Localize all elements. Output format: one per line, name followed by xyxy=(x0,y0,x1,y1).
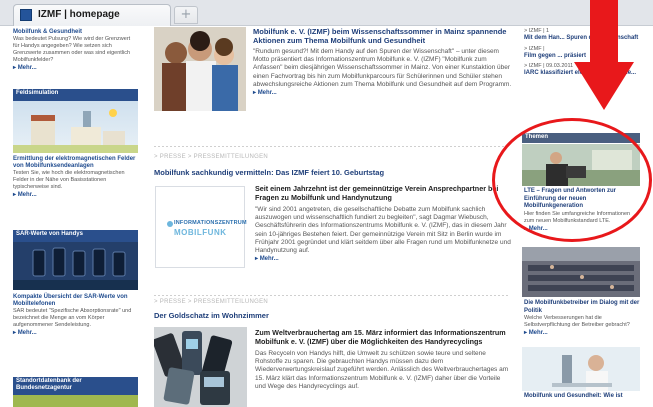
phones-photo[interactable] xyxy=(154,327,247,407)
health-teaser-title[interactable]: Mobilfunk und Gesundheit: Wie ist xyxy=(524,393,640,401)
left-sidebar: Mobilfunk & Gesundheit Was bedeutet Puls… xyxy=(13,27,138,407)
health-image[interactable] xyxy=(522,347,640,391)
red-arrow-icon xyxy=(574,0,634,110)
article-goldschatz-title[interactable]: Zum Weltverbrauchertag am 15. März infor… xyxy=(255,328,512,346)
field-simulation-title[interactable]: Ermittlung der elektromagnetischen Felde… xyxy=(13,156,138,170)
logo-dot-icon xyxy=(167,221,173,227)
article-birthday: Seit einem Jahrzehnt ist der gemeinnützi… xyxy=(255,184,512,263)
press-kicker[interactable]: > PRESSE > PRESSEMITTEILUNGEN xyxy=(154,299,268,305)
location-database-header[interactable]: Standortdatenbank der Bundesnetzagentur xyxy=(13,377,138,395)
location-database-image[interactable] xyxy=(13,395,138,407)
field-simulation-more-link[interactable]: ▸ Mehr... xyxy=(13,191,138,199)
parliament-image[interactable] xyxy=(522,247,640,297)
sar-teaser: SAR-Werte von Handys Kompakte Übersicht … xyxy=(13,230,138,337)
politics-teaser: Die Mobilfunkbetreiber im Dialog mit der… xyxy=(524,300,640,337)
sar-image[interactable] xyxy=(13,242,138,290)
field-simulation-image[interactable] xyxy=(13,101,138,153)
izmf-logo: INFORMATIONSZENTRUM MOBILFUNK xyxy=(155,186,247,268)
health-more-link[interactable]: ▸ Mehr... xyxy=(13,64,138,72)
politics-more-link[interactable]: ▸ Mehr... xyxy=(524,329,640,337)
press-kicker[interactable]: > PRESSE > PRESSEMITTEILUNGEN xyxy=(154,154,268,160)
separator xyxy=(154,146,509,147)
sar-header: SAR-Werte von Handys xyxy=(13,230,138,242)
location-database-teaser: Standortdatenbank der Bundesnetzagentur xyxy=(13,377,138,407)
izmf-favicon-icon xyxy=(20,9,32,21)
sar-title[interactable]: Kompakte Übersicht der SAR-Werte von Mob… xyxy=(13,294,138,308)
sar-more-link[interactable]: ▸ Mehr... xyxy=(13,329,138,337)
red-highlight-circle xyxy=(492,118,652,242)
health-teaser: Mobilfunk & Gesundheit Was bedeutet Puls… xyxy=(13,29,138,72)
article-wissenschaftssommer-title[interactable]: Mobilfunk e. V. (IZMF) beim Wissenschaft… xyxy=(253,27,512,45)
logo-line-1: INFORMATIONSZENTRUM xyxy=(174,220,247,226)
article-birthday-headline[interactable]: Mobilfunk sachkundig vermitteln: Das IZM… xyxy=(154,168,512,177)
article-goldschatz-headline[interactable]: Der Goldschatz im Wohnzimmer xyxy=(154,311,512,320)
article-wissenschaftssommer-more-link[interactable]: ▸ Mehr... xyxy=(253,89,512,97)
health-title[interactable]: Mobilfunk & Gesundheit xyxy=(13,29,138,36)
sar-text: SAR bedeutet "Spezifische Absorptionsrat… xyxy=(13,308,132,328)
article-birthday-more-link[interactable]: ▸ Mehr... xyxy=(255,255,512,263)
article-wissenschaftssommer-text: "Rundum gesund?! Mit dem Handy auf den S… xyxy=(253,48,512,88)
politics-text: Welche Verbesserungen hat die Selbstverp… xyxy=(524,315,630,328)
students-photo[interactable] xyxy=(154,27,246,111)
article-goldschatz: Zum Weltverbrauchertag am 15. März infor… xyxy=(255,328,512,391)
article-goldschatz-text: Das Recyceln von Handys hilft, die Umwel… xyxy=(255,350,509,390)
browser-tab-bar: IZMF | homepage + xyxy=(0,0,653,26)
separator xyxy=(154,295,509,296)
browser-tab[interactable]: IZMF | homepage xyxy=(13,4,171,26)
article-birthday-text: "Wir sind 2001 angetreten, die gesellsch… xyxy=(255,206,511,255)
article-birthday-title[interactable]: Seit einem Jahrzehnt ist der gemeinnützi… xyxy=(255,184,512,202)
field-simulation-header: Feldsimulation xyxy=(13,89,138,101)
field-simulation-teaser: Feldsimulation Ermittlung der elektromag… xyxy=(13,89,138,199)
health-text: Was bedeutet Pulsung? Wie wird der Grenz… xyxy=(13,36,131,63)
field-simulation-text: Testen Sie, wie hoch die elektromagnetis… xyxy=(13,170,125,190)
politics-title[interactable]: Die Mobilfunkbetreiber im Dialog mit der… xyxy=(524,300,640,315)
new-tab-button[interactable]: + xyxy=(174,6,198,24)
logo-line-2: MOBILFUNK xyxy=(174,228,227,237)
tab-title: IZMF | homepage xyxy=(38,9,120,20)
article-wissenschaftssommer: Mobilfunk e. V. (IZMF) beim Wissenschaft… xyxy=(253,27,512,97)
